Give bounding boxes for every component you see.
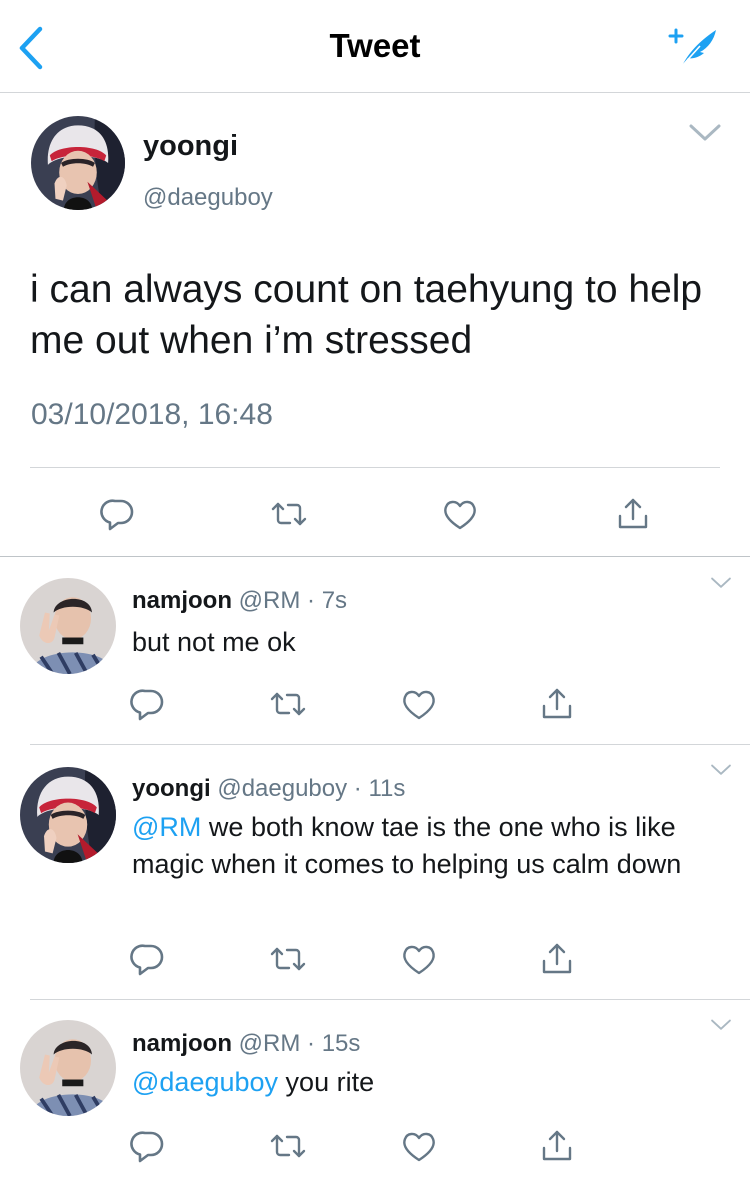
avatar[interactable] — [20, 578, 116, 674]
retweet-icon — [267, 492, 311, 536]
mention-link[interactable]: @daeguboy — [132, 1067, 278, 1097]
reply-body: we both know tae is the one who is like … — [132, 812, 682, 879]
reply-text: but not me ok — [132, 624, 722, 661]
reply-time: 7s — [321, 587, 348, 614]
like-icon — [397, 1124, 441, 1168]
reply-icon — [126, 682, 170, 726]
page-title: Tweet — [329, 27, 421, 64]
avatar[interactable] — [31, 116, 125, 210]
reply-tweet[interactable]: namjoon @RM · 7s but not me ok — [0, 556, 750, 745]
retweet-button[interactable] — [267, 492, 311, 536]
compose-tweet-button[interactable] — [664, 24, 720, 70]
reply-tweet[interactable]: yoongi @daeguboy · 11s @RM we both know … — [0, 745, 750, 1000]
retweet-button[interactable] — [266, 937, 310, 981]
reply-tweet[interactable]: namjoon @RM · 15s @daeguboy you rite — [0, 1000, 750, 1180]
retweet-icon — [266, 1124, 310, 1168]
reply-author-name[interactable]: yoongi — [132, 775, 211, 802]
like-button[interactable] — [397, 682, 441, 726]
reply-icon — [96, 492, 140, 536]
reply-header: namjoon @RM · 7s — [132, 587, 347, 615]
like-button[interactable] — [397, 1124, 441, 1168]
reply-author-name[interactable]: namjoon — [132, 587, 232, 614]
mention-link[interactable]: @RM — [132, 812, 201, 842]
reply-body: but not me ok — [132, 627, 296, 657]
reply-text: @daeguboy you rite — [132, 1064, 722, 1101]
share-icon — [535, 682, 579, 726]
share-button[interactable] — [611, 492, 655, 536]
share-icon — [611, 492, 655, 536]
reply-button[interactable] — [126, 937, 170, 981]
reply-button[interactable] — [126, 1124, 170, 1168]
reply-text: @RM we both know tae is the one who is l… — [132, 809, 722, 883]
reply-icon — [126, 1124, 170, 1168]
like-icon — [438, 492, 482, 536]
chevron-down-icon[interactable] — [708, 576, 734, 590]
share-button[interactable] — [535, 682, 579, 726]
compose-tweet-icon — [664, 24, 720, 70]
reply-header: yoongi @daeguboy · 11s — [132, 775, 405, 803]
chevron-down-icon[interactable] — [708, 1018, 734, 1032]
reply-author-handle[interactable]: @RM — [239, 587, 301, 614]
separator-dot: · — [353, 775, 362, 802]
tweet-text: i can always count on taehyung to help m… — [30, 268, 703, 362]
retweet-icon — [266, 682, 310, 726]
reply-button[interactable] — [96, 492, 140, 536]
retweet-button[interactable] — [266, 1124, 310, 1168]
separator-dot: · — [307, 587, 316, 614]
share-icon — [535, 937, 579, 981]
tweet-timestamp: 03/10/2018, 16:48 — [31, 398, 273, 431]
share-button[interactable] — [535, 1124, 579, 1168]
divider — [30, 467, 720, 468]
nav-header: Tweet — [0, 0, 750, 93]
like-icon — [397, 682, 441, 726]
like-icon — [397, 937, 441, 981]
reply-header: namjoon @RM · 15s — [132, 1030, 360, 1058]
like-button[interactable] — [438, 492, 482, 536]
author-handle[interactable]: @daeguboy — [143, 184, 273, 212]
reply-author-handle[interactable]: @RM — [239, 1030, 301, 1057]
reply-button[interactable] — [126, 682, 170, 726]
avatar[interactable] — [20, 767, 116, 863]
reply-icon — [126, 937, 170, 981]
chevron-down-icon[interactable] — [688, 122, 722, 144]
like-button[interactable] — [397, 937, 441, 981]
share-icon — [535, 1124, 579, 1168]
avatar[interactable] — [20, 1020, 116, 1116]
author-name[interactable]: yoongi — [143, 130, 238, 163]
reply-time: 11s — [368, 775, 406, 802]
chevron-down-icon[interactable] — [708, 763, 734, 777]
reply-author-handle[interactable]: @daeguboy — [217, 775, 347, 802]
reply-time: 15s — [321, 1030, 361, 1057]
main-tweet: yoongi @daeguboy i can always count on t… — [0, 92, 750, 557]
separator-dot: · — [307, 1030, 316, 1057]
reply-body: you rite — [285, 1067, 375, 1097]
share-button[interactable] — [535, 937, 579, 981]
reply-author-name[interactable]: namjoon — [132, 1030, 232, 1057]
retweet-icon — [266, 937, 310, 981]
retweet-button[interactable] — [266, 682, 310, 726]
